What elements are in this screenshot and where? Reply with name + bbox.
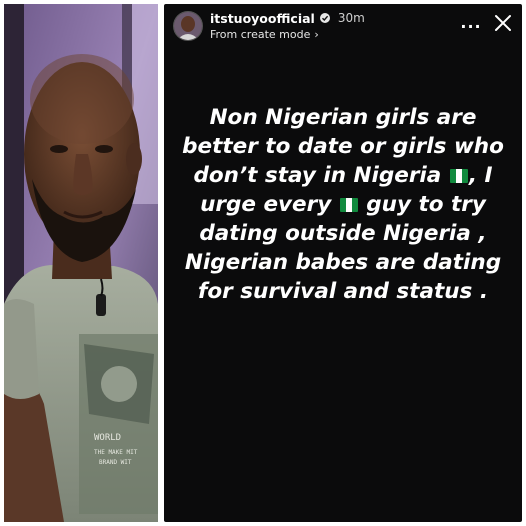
nigeria-flag-icon	[449, 169, 468, 183]
story-view: itstuoyoofficial 30m From create mode › …	[164, 4, 522, 522]
shirt-print-line-3: BRAND WIT	[99, 459, 132, 466]
close-button[interactable]	[492, 12, 514, 34]
story-header: itstuoyoofficial 30m From create mode › …	[164, 4, 522, 50]
chevron-right-icon: ›	[314, 27, 319, 41]
man-portrait-image: WORLD THE MAKE MIT BRAND WIT	[4, 4, 158, 522]
user-row: itstuoyoofficial 30m	[210, 9, 365, 27]
shirt-print-line-2: THE MAKE MIT	[94, 449, 138, 456]
nigeria-flag-icon	[339, 198, 358, 212]
source-label: From create mode	[210, 27, 311, 41]
verified-badge-icon	[319, 13, 330, 23]
close-icon	[495, 15, 511, 31]
story-text: Non Nigerian girls are better to date or…	[178, 103, 508, 306]
avatar-image	[174, 12, 202, 40]
avatar[interactable]	[173, 11, 203, 41]
username[interactable]: itstuoyoofficial	[210, 11, 315, 26]
profile-photo: WORLD THE MAKE MIT BRAND WIT	[4, 4, 158, 522]
create-mode-link[interactable]: From create mode ›	[210, 26, 319, 42]
more-options-button[interactable]: ...	[460, 13, 481, 32]
shirt-print-line-1: WORLD	[94, 433, 121, 443]
timestamp: 30m	[337, 11, 365, 25]
